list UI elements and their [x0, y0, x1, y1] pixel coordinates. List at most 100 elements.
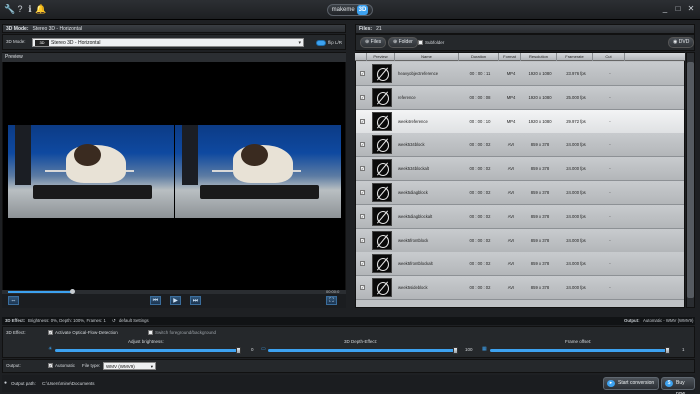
column-header[interactable]: Name	[395, 53, 459, 61]
start-conversion-button[interactable]: ▸ Start conversion	[603, 377, 659, 390]
optical-flow-checkbox[interactable]: ✓	[48, 330, 53, 335]
wrench-icon[interactable]: 🔧	[4, 4, 15, 15]
no-preview-icon	[372, 64, 392, 83]
row-checkbox[interactable]: ✓	[360, 190, 365, 195]
add-folder-button[interactable]: ⊕ Folder	[388, 37, 418, 48]
row-checkbox[interactable]: ✓	[360, 71, 365, 76]
play-icon: ▸	[607, 380, 615, 387]
info-icon[interactable]: ℹ	[25, 4, 35, 15]
column-header[interactable]: Format	[499, 53, 521, 61]
table-row[interactable]: ✓ heavyobjectreference 00 : 00 : 11 MP4 1920…	[356, 62, 684, 86]
cell-name: week5frontblock	[398, 237, 429, 243]
row-checkbox[interactable]: ✓	[360, 237, 365, 243]
column-header[interactable]: Duration	[459, 53, 499, 61]
default-settings-link[interactable]: default Settings	[119, 317, 149, 325]
depth-knob[interactable]	[453, 347, 458, 354]
add-files-button[interactable]: ⊕ Files	[360, 37, 387, 48]
row-checkbox[interactable]: ✓	[360, 166, 365, 172]
no-preview-icon	[372, 278, 392, 298]
previous-icon[interactable]: ⏮	[150, 296, 161, 305]
table-row[interactable]: ✓ reference 00 : 00 : 08 MP4 1920 x 1080 25.0…	[356, 85, 684, 110]
switch-fg-label: Switch foreground/background	[155, 330, 217, 335]
cell-resolution: 859 x 378	[530, 142, 550, 148]
no-preview-icon	[372, 159, 392, 179]
mode-header: 3D Mode: Stereo 3D - Horizontal	[2, 24, 346, 33]
files-label: Files:	[359, 26, 373, 32]
table-row[interactable]: ✓ week534blockalt 00 : 00 : 02 AVI 859 x 378…	[356, 157, 684, 182]
fullscreen-icon[interactable]: ⛶	[326, 296, 337, 305]
next-icon[interactable]: ⏭	[190, 296, 201, 305]
buy-now-button[interactable]: $ Buy now	[661, 377, 695, 394]
cell-name: heavyobjectreference	[398, 71, 439, 76]
no-preview-icon	[372, 230, 392, 250]
column-header[interactable]	[355, 53, 367, 61]
cell-framerate: 29.972 fps	[566, 118, 586, 124]
status-bar: 3D Effect: Brightness: 0%, Depth: 100%, …	[2, 317, 695, 325]
cell-duration: 00 : 00 : 02	[469, 166, 491, 172]
output-path-value[interactable]: C:\Users\mine\Documents	[42, 381, 95, 386]
close-icon[interactable]: ✕	[686, 4, 696, 14]
cell-framerate: 24.000 fps	[566, 190, 586, 195]
cell-format: AVI	[507, 213, 515, 219]
filetype-select[interactable]: WMV (WMV9) ▾	[103, 362, 156, 370]
filetype-label: File type:	[82, 363, 101, 368]
default-settings-icon[interactable]: ↺	[112, 317, 116, 325]
mode-label: 3D Mode:	[6, 39, 26, 44]
row-checkbox[interactable]: ✓	[360, 213, 365, 219]
cell-framerate: 24.000 fps	[566, 261, 586, 267]
column-header[interactable]: Cut	[593, 53, 625, 61]
cell-resolution: 859 x 378	[530, 190, 550, 195]
no-preview-icon	[372, 111, 392, 131]
bell-icon[interactable]: 🔔	[35, 4, 46, 15]
column-header[interactable]: Resolution	[521, 53, 557, 61]
cell-framerate: 24.000 fps	[566, 237, 586, 243]
no-preview-icon	[372, 206, 392, 226]
row-checkbox[interactable]: ✓	[360, 285, 365, 291]
table-row[interactable]: ✓ week4reference 00 : 00 : 10 MP4 1920 x 108…	[356, 109, 684, 134]
minimize-icon[interactable]: _	[660, 4, 670, 14]
automatic-checkbox[interactable]: ✓	[48, 363, 53, 368]
cell-format: AVI	[507, 166, 515, 172]
play-icon[interactable]: ▶	[170, 296, 181, 305]
cell-name: week534blockalt	[398, 166, 429, 172]
row-checkbox[interactable]: ✓	[360, 94, 365, 100]
cell-format: AVI	[507, 261, 515, 267]
cell-format: AVI	[507, 285, 515, 291]
seek-fill	[8, 291, 72, 293]
flip-toggle[interactable]	[316, 40, 326, 46]
table-row[interactable]: ✓ week5diagblockalt 00 : 00 : 02 AVI 859 x 3…	[356, 204, 684, 229]
row-checkbox[interactable]: ✓	[360, 142, 365, 148]
column-header[interactable]: Framerate	[557, 53, 593, 61]
cell-name: week5frontblockalt	[398, 261, 433, 267]
table-row[interactable]: ✓ week5frontblockalt 00 : 00 : 02 AVI 859 x …	[356, 252, 684, 277]
maximize-icon[interactable]: □	[673, 4, 683, 14]
switch-fg-checkbox[interactable]	[148, 330, 153, 335]
app-window: 🔧 ? ℹ 🔔 makeme 3D _ □ ✕ 3D Mode: Stereo 3D…	[0, 0, 700, 394]
question-icon[interactable]: ?	[15, 4, 25, 15]
depth-slider[interactable]	[268, 349, 458, 352]
cell-format: AVI	[507, 237, 515, 243]
crop-icon[interactable]: ⇔	[8, 296, 19, 305]
table-row[interactable]: ✓ week5frontblock 00 : 00 : 02 AVI 859 x 378…	[356, 228, 684, 253]
brightness-knob[interactable]	[236, 347, 241, 354]
mode-header-value: Stereo 3D - Horizontal	[32, 26, 82, 32]
frame-offset-slider[interactable]	[490, 349, 670, 352]
table-row[interactable]: ✓ week534block 00 : 00 : 02 AVI 859 x 378 24.…	[356, 133, 684, 158]
row-checkbox[interactable]: ✓	[360, 261, 365, 267]
dvd-button[interactable]: ◉ DVD	[668, 37, 695, 48]
scrollbar-thumb[interactable]	[687, 62, 694, 298]
brightness-slider[interactable]	[55, 349, 241, 352]
cell-framerate: 24.000 fps	[566, 213, 586, 219]
frame-offset-knob[interactable]	[665, 347, 670, 354]
row-checkbox[interactable]: ✓	[360, 118, 365, 124]
status-output-summary: Automatic - WMV (WMV9)	[643, 318, 694, 323]
cell-duration: 00 : 00 : 02	[469, 142, 491, 148]
table-row[interactable]: ✓ week5sideblock 00 : 00 : 02 AVI 859 x 378 2…	[356, 276, 684, 301]
no-preview-icon	[372, 87, 392, 107]
table-row[interactable]: ✓ week5diagblock 00 : 00 : 02 AVI 859 x 378 2…	[356, 181, 684, 205]
subfolder-checkbox[interactable]	[418, 40, 423, 45]
column-header[interactable]: Preview	[367, 53, 395, 61]
mode-select[interactable]: 3D Stereo 3D - Horizontal ▾	[32, 38, 304, 47]
brightness-value: 0	[251, 347, 254, 352]
cell-name: reference	[398, 94, 416, 100]
